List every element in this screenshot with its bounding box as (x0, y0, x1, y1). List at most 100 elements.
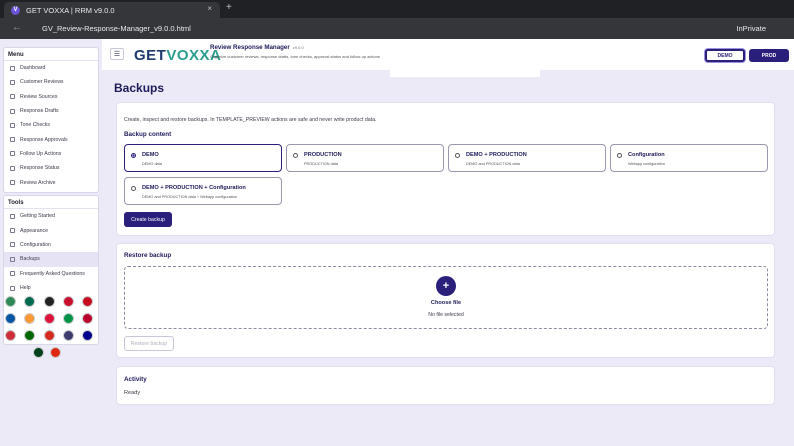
menu-heading: Menu (4, 48, 98, 61)
option-description: PRODUCTION data (304, 162, 338, 166)
sidebar-item-label: Help (20, 285, 31, 292)
page-icon (10, 65, 15, 71)
language-flag-icon[interactable] (24, 296, 36, 307)
page-icon (10, 137, 15, 143)
backup-option-demo-production[interactable]: DEMO + PRODUCTION DEMO and PRODUCTION dat… (448, 144, 606, 172)
language-flag-icon[interactable] (43, 296, 55, 307)
option-title: PRODUCTION (304, 152, 342, 158)
backup-option-demo[interactable]: DEMO DEMO data (124, 144, 282, 172)
favicon-icon: V (11, 5, 20, 15)
inprivate-badge[interactable]: InPrivate (736, 24, 766, 33)
sidebar-item-label: Response Status (20, 165, 60, 172)
sidebar-item-help[interactable]: Help (4, 281, 98, 295)
page-title: Backups (114, 81, 165, 95)
sidebar-item-review-archive[interactable]: Review Archive (4, 175, 98, 189)
backup-option-production[interactable]: PRODUCTION PRODUCTION data (286, 144, 444, 172)
language-flag-icon[interactable] (50, 347, 61, 358)
activity-card: Activity Ready (116, 366, 775, 405)
backup-option-demo-production-configuration[interactable]: DEMO + PRODUCTION + Configuration DEMO an… (124, 177, 282, 205)
menu-toggle-icon[interactable]: ☰ (110, 48, 124, 60)
language-flag-icon[interactable] (24, 313, 36, 324)
language-flag-icon[interactable] (43, 313, 55, 324)
new-tab-icon[interactable]: + (226, 2, 232, 13)
option-description: DEMO and PRODUCTION data + Webapp config… (142, 195, 237, 199)
backup-option-configuration[interactable]: Configuration Webapp configuration (610, 144, 768, 172)
radio-button[interactable] (131, 186, 136, 191)
radio-button[interactable] (293, 153, 298, 158)
restore-backup-button[interactable]: Restore backup (124, 336, 174, 351)
sidebar-item-label: Backups (20, 256, 40, 263)
address-bar: ← GV_Review-Response-Manager_v9.0.0.html… (0, 18, 794, 39)
page-icon (10, 108, 15, 114)
sidebar-item-label: Dashboard (20, 65, 46, 72)
create-backup-button[interactable]: Create backup (124, 212, 172, 227)
create-backup-card: Create, inspect and restore backups. In … (116, 102, 775, 236)
sidebar-item-frequently-asked-questions[interactable]: Frequently Asked Questions (4, 267, 98, 281)
flag-row (5, 296, 93, 311)
tool-icon (10, 285, 15, 291)
sidebar-item-appearance[interactable]: Appearance (4, 223, 98, 237)
activity-heading: Activity (124, 376, 147, 383)
close-tab-icon[interactable]: × (207, 4, 212, 13)
sidebar: Menu Dashboard Customer Reviews Review Sou… (0, 39, 101, 446)
url-field[interactable]: GV_Review-Response-Manager_v9.0.0.html (42, 24, 191, 33)
page-icon (10, 79, 15, 85)
back-arrow-icon[interactable]: ← (12, 22, 22, 33)
sidebar-item-response-status[interactable]: Response Status (4, 161, 98, 175)
language-flag-icon[interactable] (62, 296, 74, 307)
prod-env-button[interactable]: PROD (749, 49, 789, 62)
backup-content-heading: Backup content (124, 131, 172, 138)
radio-button[interactable] (131, 153, 136, 158)
browser-tab-bar: V GET VOXXA | RRM v9.0.0 × + (0, 0, 794, 18)
browser-tab[interactable]: V GET VOXXA | RRM v9.0.0 × (4, 2, 220, 18)
sidebar-item-tone-checks[interactable]: Tone Checks (4, 118, 98, 132)
language-flag-icon[interactable] (33, 347, 44, 358)
language-flag-icon[interactable] (82, 296, 93, 307)
demo-env-button[interactable]: DEMO (705, 49, 745, 62)
sidebar-item-response-approvals[interactable]: Response Approvals (4, 132, 98, 146)
language-flag-icon[interactable] (82, 313, 93, 324)
sidebar-item-review-sources[interactable]: Review Sources (4, 90, 98, 104)
menu-panel: Menu Dashboard Customer Reviews Review Sou… (3, 47, 99, 193)
sidebar-item-getting-started[interactable]: Getting Started (4, 209, 98, 223)
option-title: DEMO + PRODUCTION (466, 152, 527, 158)
sidebar-item-dashboard[interactable]: Dashboard (4, 61, 98, 75)
tool-icon (10, 271, 15, 277)
sidebar-item-label: Response Approvals (20, 136, 68, 143)
option-description: DEMO data (142, 162, 162, 166)
file-dropzone[interactable]: + Choose file No file selected (124, 266, 768, 329)
flag-row (5, 330, 93, 345)
sidebar-item-label: Tone Checks (20, 122, 50, 129)
radio-button[interactable] (455, 153, 460, 158)
add-file-icon[interactable]: + (436, 276, 456, 296)
sidebar-item-label: Configuration (20, 241, 51, 248)
language-flag-icon[interactable] (43, 330, 55, 341)
option-title: DEMO + PRODUCTION + Configuration (142, 185, 246, 191)
sidebar-item-label: Getting Started (20, 213, 55, 220)
tab-title: GET VOXXA | RRM v9.0.0 (26, 5, 115, 15)
intro-text: Create, inspect and restore backups. In … (124, 117, 377, 123)
language-flags (5, 296, 97, 364)
sidebar-item-label: Follow Up Actions (20, 150, 62, 157)
language-flag-icon[interactable] (24, 330, 36, 341)
language-flag-icon[interactable] (5, 296, 16, 307)
sidebar-item-configuration[interactable]: Configuration (4, 238, 98, 252)
sidebar-item-backups[interactable]: Backups (4, 252, 98, 267)
language-flag-icon[interactable] (5, 330, 16, 341)
header-strip (390, 39, 540, 77)
sidebar-item-follow-up-actions[interactable]: Follow Up Actions (4, 147, 98, 161)
choose-file-label[interactable]: Choose file (125, 300, 767, 306)
radio-button[interactable] (617, 153, 622, 158)
language-flag-icon[interactable] (5, 313, 16, 324)
sidebar-item-customer-reviews[interactable]: Customer Reviews (4, 75, 98, 89)
language-flag-icon[interactable] (62, 313, 74, 324)
language-flag-icon[interactable] (62, 330, 74, 341)
app-subtitle: Organize customer reviews, response draf… (210, 54, 380, 59)
sidebar-item-response-drafts[interactable]: Response Drafts (4, 104, 98, 118)
no-file-label: No file selected (428, 312, 464, 318)
language-flag-icon[interactable] (82, 330, 93, 341)
restore-heading: Restore backup (124, 252, 172, 259)
sidebar-item-label: Customer Reviews (20, 79, 64, 86)
sidebar-item-label: Review Sources (20, 93, 58, 100)
option-description: DEMO and PRODUCTION data (466, 162, 520, 166)
